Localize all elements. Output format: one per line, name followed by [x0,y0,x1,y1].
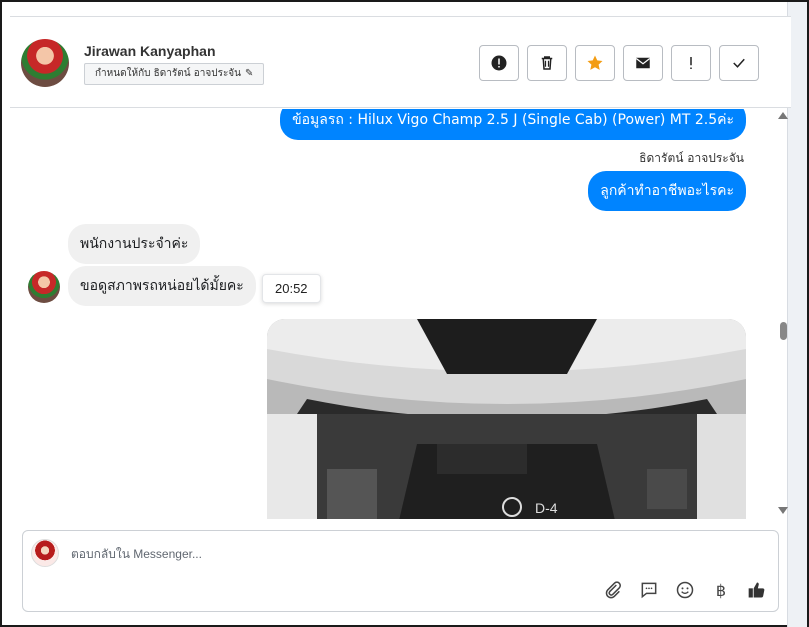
star-icon [587,55,603,70]
incoming-message[interactable]: พนักงานประจำค่ะ [68,224,201,264]
mark-unread-button[interactable] [623,45,663,81]
sender-name: ธิดารัตน์ อาจประจัน [639,151,744,165]
contact-avatar[interactable] [21,39,69,87]
speech-bubble-icon [641,582,657,599]
reply-composer: ฿ [22,530,779,612]
scroll-up-arrow[interactable] [778,112,788,119]
messenger-window: Jirawan Kanyaphan กำหนดให้กับ ธิดารัตน์ … [0,0,809,627]
incoming-message[interactable]: ขอดูสภาพรถหน่อยได้มั้ยคะ [68,266,256,306]
baht-icon: ฿ [715,580,727,600]
contact-name[interactable]: Jirawan Kanyaphan [84,43,216,59]
page-avatar [31,539,59,567]
outgoing-message[interactable]: ข้อมูลรถ : Hilux Vigo Champ 2.5 J (Singl… [280,109,746,140]
emoji-button[interactable] [674,579,696,601]
attach-button[interactable] [602,579,624,601]
message-thread[interactable]: ข้อมูลรถ : Hilux Vigo Champ 2.5 J (Singl… [10,109,775,519]
envelope-icon [635,57,651,69]
timestamp-tooltip: 20:52 [262,274,321,303]
outgoing-message[interactable]: ลูกค้าทำอาชีพอะไรคะ [588,171,746,211]
saved-replies-button[interactable] [638,579,660,601]
svg-text:D-4: D-4 [535,500,558,516]
composer-actions: ฿ [602,579,768,601]
scroll-down-arrow[interactable] [778,507,788,514]
check-icon [733,58,745,68]
thumbs-up-icon [748,582,765,598]
trash-icon [541,56,553,70]
conversation-header: Jirawan Kanyaphan กำหนดให้กับ ธิดารัตน์ … [10,16,791,108]
pencil-icon: ✎ [245,68,254,79]
mark-done-button[interactable] [719,45,759,81]
contact-avatar-small [28,271,60,303]
engine-bay-photo: D-4 [267,319,746,519]
header-toolbar [479,45,759,81]
reply-input[interactable] [71,543,671,565]
alert-circle-icon [491,55,507,71]
assign-label: กำหนดให้กับ ธิดารัตน์ อาจประจัน [95,68,242,79]
star-button[interactable] [575,45,615,81]
assign-button[interactable]: กำหนดให้กับ ธิดารัตน์ อาจประจัน ✎ [84,63,265,85]
mark-spam-button[interactable] [479,45,519,81]
like-button[interactable] [746,579,768,601]
scrollbar-thumb[interactable] [780,322,787,340]
delete-button[interactable] [527,45,567,81]
exclamation-icon [690,57,692,69]
payment-button[interactable]: ฿ [710,579,732,601]
attached-photo[interactable]: D-4 [267,319,746,519]
paperclip-icon [605,581,621,599]
smiley-icon [676,581,694,599]
follow-up-button[interactable] [671,45,711,81]
